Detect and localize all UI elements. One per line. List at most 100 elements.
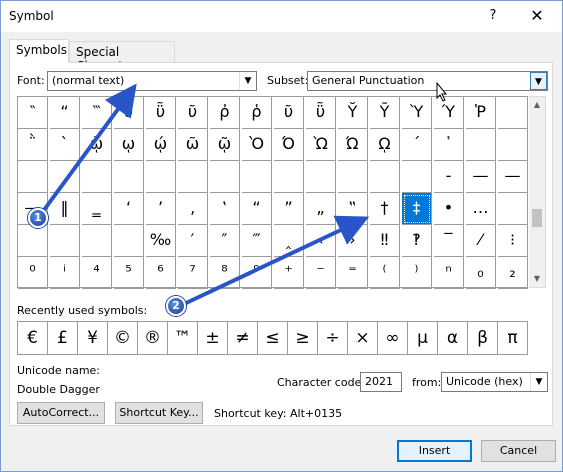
symbol-cell[interactable]: ‖	[50, 193, 80, 225]
symbol-cell[interactable]	[50, 225, 80, 257]
tab-special-characters[interactable]: Special Characters	[69, 41, 175, 73]
symbol-cell[interactable]: Ώ	[338, 129, 368, 161]
symbol-cell[interactable]: ῦ	[114, 97, 144, 129]
symbol-cell[interactable]: ‴	[242, 225, 272, 257]
symbol-cell[interactable]: ⁿ	[434, 257, 464, 289]
help-button[interactable]: ?	[479, 3, 507, 29]
symbol-cell[interactable]: ῾	[434, 129, 464, 161]
symbol-cell[interactable]	[82, 225, 112, 257]
symbol-cell[interactable]	[18, 225, 48, 257]
symbol-cell[interactable]	[402, 161, 432, 193]
scroll-thumb[interactable]	[532, 209, 542, 227]
symbol-cell[interactable]: ‷	[82, 97, 112, 129]
recent-symbol-cell[interactable]: ÷	[318, 322, 348, 354]
recent-symbol-cell[interactable]: ±	[198, 322, 228, 354]
symbol-cell[interactable]: ”	[274, 193, 304, 225]
symbol-cell[interactable]: ’	[146, 193, 176, 225]
symbol-cell[interactable]: ⁷	[178, 257, 208, 289]
subset-dropdown[interactable]: General Punctuation ▼	[307, 71, 548, 91]
symbol-cell[interactable]: ⁹	[242, 257, 272, 289]
symbol-cell[interactable]: ‗	[82, 193, 112, 225]
chevron-down-icon[interactable]: ▼	[530, 72, 547, 90]
symbol-cell[interactable]: ‼	[370, 225, 400, 257]
recent-symbol-cell[interactable]: ≠	[228, 322, 258, 354]
symbol-cell[interactable]	[466, 129, 496, 161]
symbol-cell[interactable]: ῼ	[370, 129, 400, 161]
symbol-cell-selected[interactable]: ‡	[402, 193, 432, 225]
recent-symbol-cell[interactable]: ∞	[378, 322, 408, 354]
symbol-cell[interactable]: ⁼	[338, 257, 368, 289]
symbol-cell[interactable]: ‟	[338, 193, 368, 225]
symbol-cell[interactable]: ₂	[498, 257, 528, 289]
symbol-cell[interactable]: Ὺ	[402, 97, 432, 129]
tab-symbols[interactable]: Symbols	[9, 39, 69, 63]
recent-symbol-cell[interactable]: π	[498, 322, 528, 354]
symbol-cell[interactable]: -	[434, 161, 464, 193]
recent-symbol-cell[interactable]: £	[48, 322, 78, 354]
symbol-cell[interactable]: ‰	[146, 225, 176, 257]
symbol-cell[interactable]: “	[50, 97, 80, 129]
symbol-cell[interactable]: ′	[178, 225, 208, 257]
recent-symbol-cell[interactable]: ™	[168, 322, 198, 354]
symbol-cell[interactable]: ⁰	[18, 257, 48, 289]
symbol-cell[interactable]: ῲ	[82, 129, 112, 161]
recent-symbol-cell[interactable]: µ	[408, 322, 438, 354]
symbol-cell[interactable]: ‚	[178, 193, 208, 225]
recent-symbol-cell[interactable]: ©	[108, 322, 138, 354]
symbol-cell[interactable]: “	[242, 193, 272, 225]
recent-symbol-cell[interactable]: ≥	[288, 322, 318, 354]
cancel-button[interactable]: Cancel	[481, 440, 556, 462]
symbol-cell[interactable]: ‶	[18, 97, 48, 129]
symbol-cell[interactable]: —	[466, 161, 496, 193]
symbol-cell[interactable]: ῥ	[242, 97, 272, 129]
symbol-cell[interactable]	[146, 161, 176, 193]
symbol-cell[interactable]: ῶ	[178, 129, 208, 161]
symbol-cell[interactable]: ⁝	[498, 225, 528, 257]
symbol-cell[interactable]: Ῡ	[370, 97, 400, 129]
recent-symbol-cell[interactable]: α	[438, 322, 468, 354]
symbol-cell[interactable]: ‸	[274, 225, 304, 257]
symbol-cell[interactable]: ⁻	[306, 257, 336, 289]
symbol-cell[interactable]: ″	[210, 225, 240, 257]
recent-symbol-cell[interactable]: ¥	[78, 322, 108, 354]
symbol-cell[interactable]: …	[466, 193, 496, 225]
symbol-cell[interactable]: ´	[402, 129, 432, 161]
symbol-cell[interactable]: ῭	[18, 129, 48, 161]
symbol-cell[interactable]: `	[50, 129, 80, 161]
shortcut-key-button[interactable]: Shortcut Key...	[115, 402, 203, 424]
symbol-cell[interactable]	[50, 161, 80, 193]
recent-symbol-cell[interactable]: €	[18, 322, 48, 354]
symbol-cell[interactable]: ‹	[306, 225, 336, 257]
symbol-cell[interactable]	[274, 161, 304, 193]
scroll-down-icon[interactable]: ▼	[529, 271, 545, 287]
symbol-cell[interactable]: ῴ	[146, 129, 176, 161]
symbol-cell[interactable]: •	[434, 193, 464, 225]
symbol-cell[interactable]: ⁵	[114, 257, 144, 289]
close-button[interactable]: ✕	[521, 3, 553, 29]
symbol-cell[interactable]	[370, 161, 400, 193]
symbol-cell[interactable]: ‽	[402, 225, 432, 257]
symbol-cell[interactable]: Ὼ	[306, 129, 336, 161]
symbol-cell[interactable]	[242, 161, 272, 193]
symbol-cell[interactable]: Ὸ	[242, 129, 272, 161]
insert-button[interactable]: Insert	[397, 440, 472, 462]
chevron-down-icon[interactable]: ▼	[239, 72, 256, 90]
symbol-cell[interactable]: „	[306, 193, 336, 225]
symbol-cell[interactable]: Ῠ	[338, 97, 368, 129]
recent-symbol-cell[interactable]: β	[468, 322, 498, 354]
symbol-cell[interactable]	[498, 193, 528, 225]
symbol-cell[interactable]: ῦ	[274, 97, 304, 129]
symbol-cell[interactable]: ῷ	[210, 129, 240, 161]
symbol-cell[interactable]: ⁸	[210, 257, 240, 289]
symbol-cell[interactable]: ῤ	[210, 97, 240, 129]
symbol-cell[interactable]: ⁱ	[50, 257, 80, 289]
symbol-cell[interactable]	[178, 161, 208, 193]
from-dropdown[interactable]: Unicode (hex) ▼	[441, 372, 548, 392]
autocorrect-button[interactable]: AutoCorrect...	[17, 402, 105, 424]
symbol-cell[interactable]: ‾	[434, 225, 464, 257]
symbol-cell[interactable]: †	[370, 193, 400, 225]
symbol-cell[interactable]	[82, 161, 112, 193]
symbol-cell[interactable]: Ό	[274, 129, 304, 161]
symbol-cell[interactable]: ‘	[114, 193, 144, 225]
symbol-cell[interactable]	[498, 97, 528, 129]
